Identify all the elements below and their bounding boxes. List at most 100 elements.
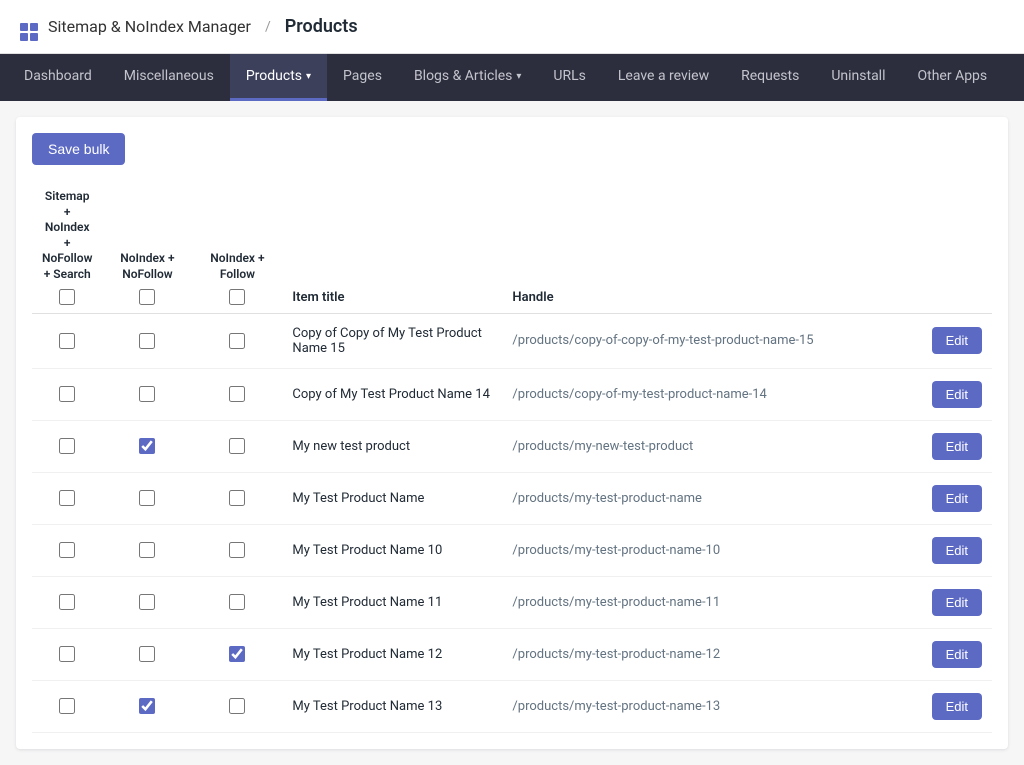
cell-noindex-follow-6: [192, 628, 282, 680]
edit-button-5[interactable]: Edit: [932, 589, 982, 616]
app-header: Sitemap & NoIndex Manager / Products: [0, 0, 1024, 54]
check-sitemap-6[interactable]: [59, 646, 75, 662]
check-noindex-follow-5[interactable]: [229, 594, 245, 610]
cell-noindex-nofollow-7: [102, 680, 192, 732]
cell-sitemap-5: [32, 576, 102, 628]
cell-action-7: Edit: [912, 680, 992, 732]
check-noindex-follow-4[interactable]: [229, 542, 245, 558]
cell-item-title-5: My Test Product Name 11: [282, 576, 502, 628]
select-all-noindex-follow[interactable]: [229, 289, 245, 305]
edit-button-2[interactable]: Edit: [932, 433, 982, 460]
cell-sitemap-4: [32, 524, 102, 576]
cell-action-6: Edit: [912, 628, 992, 680]
check-noindex-follow-7[interactable]: [229, 698, 245, 714]
cell-noindex-nofollow-3: [102, 472, 192, 524]
cell-item-title-1: Copy of My Test Product Name 14: [282, 368, 502, 420]
table-row: My Test Product Name 11 /products/my-tes…: [32, 576, 992, 628]
nav-item-urls[interactable]: URLs: [537, 54, 601, 101]
nav-item-miscellaneous[interactable]: Miscellaneous: [108, 54, 230, 101]
cell-item-title-4: My Test Product Name 10: [282, 524, 502, 576]
check-noindex-nofollow-2[interactable]: [139, 438, 155, 454]
cell-action-5: Edit: [912, 576, 992, 628]
nav-item-requests[interactable]: Requests: [725, 54, 815, 101]
cell-noindex-follow-7: [192, 680, 282, 732]
nav-item-products[interactable]: Products ▾: [230, 54, 327, 101]
nav-item-blogs-articles[interactable]: Blogs & Articles ▾: [398, 54, 537, 101]
cell-noindex-follow-1: [192, 368, 282, 420]
cell-noindex-follow-4: [192, 524, 282, 576]
table-row: Copy of My Test Product Name 14 /product…: [32, 368, 992, 420]
edit-button-0[interactable]: Edit: [932, 327, 982, 354]
cell-noindex-nofollow-4: [102, 524, 192, 576]
table-row: My new test product /products/my-new-tes…: [32, 420, 992, 472]
table-row: My Test Product Name 13 /products/my-tes…: [32, 680, 992, 732]
check-noindex-nofollow-7[interactable]: [139, 698, 155, 714]
cell-action-1: Edit: [912, 368, 992, 420]
cell-noindex-nofollow-2: [102, 420, 192, 472]
check-noindex-follow-1[interactable]: [229, 386, 245, 402]
cell-handle-6: /products/my-test-product-name-12: [502, 628, 912, 680]
cell-sitemap-6: [32, 628, 102, 680]
cell-noindex-nofollow-6: [102, 628, 192, 680]
table-row: My Test Product Name 10 /products/my-tes…: [32, 524, 992, 576]
cell-sitemap-1: [32, 368, 102, 420]
cell-noindex-follow-2: [192, 420, 282, 472]
cell-sitemap-2: [32, 420, 102, 472]
check-noindex-nofollow-1[interactable]: [139, 386, 155, 402]
check-noindex-nofollow-6[interactable]: [139, 646, 155, 662]
cell-handle-0: /products/copy-of-copy-of-my-test-produc…: [502, 313, 912, 368]
cell-noindex-nofollow-0: [102, 313, 192, 368]
nav-item-uninstall[interactable]: Uninstall: [815, 54, 901, 101]
table-row: My Test Product Name 12 /products/my-tes…: [32, 628, 992, 680]
check-noindex-nofollow-0[interactable]: [139, 333, 155, 349]
check-sitemap-2[interactable]: [59, 438, 75, 454]
col-handle-header: Handle: [502, 181, 912, 313]
nav-item-other-apps[interactable]: Other Apps: [902, 54, 1004, 101]
check-noindex-follow-0[interactable]: [229, 333, 245, 349]
edit-button-6[interactable]: Edit: [932, 641, 982, 668]
header-separator: /: [265, 19, 271, 35]
save-bulk-button[interactable]: Save bulk: [32, 133, 125, 165]
edit-button-1[interactable]: Edit: [932, 381, 982, 408]
products-table: Sitemap + NoIndex + NoFollow + Search No…: [32, 181, 992, 733]
cell-handle-3: /products/my-test-product-name: [502, 472, 912, 524]
blogs-dropdown-arrow: ▾: [516, 71, 521, 82]
col-action-header: [912, 181, 992, 313]
nav-label-blogs: Blogs & Articles: [414, 68, 512, 84]
cell-handle-1: /products/copy-of-my-test-product-name-1…: [502, 368, 912, 420]
cell-noindex-follow-3: [192, 472, 282, 524]
edit-button-3[interactable]: Edit: [932, 485, 982, 512]
table-row: Copy of Copy of My Test Product Name 15 …: [32, 313, 992, 368]
cell-item-title-7: My Test Product Name 13: [282, 680, 502, 732]
nav-item-dashboard[interactable]: Dashboard: [8, 54, 108, 101]
check-sitemap-0[interactable]: [59, 333, 75, 349]
nav-item-leave-review[interactable]: Leave a review: [602, 54, 725, 101]
cell-sitemap-7: [32, 680, 102, 732]
edit-button-4[interactable]: Edit: [932, 537, 982, 564]
check-sitemap-4[interactable]: [59, 542, 75, 558]
check-noindex-nofollow-4[interactable]: [139, 542, 155, 558]
cell-item-title-0: Copy of Copy of My Test Product Name 15: [282, 313, 502, 368]
check-noindex-nofollow-5[interactable]: [139, 594, 155, 610]
check-sitemap-5[interactable]: [59, 594, 75, 610]
check-sitemap-1[interactable]: [59, 386, 75, 402]
check-noindex-follow-3[interactable]: [229, 490, 245, 506]
check-noindex-nofollow-3[interactable]: [139, 490, 155, 506]
edit-button-7[interactable]: Edit: [932, 693, 982, 720]
nav-bar: Dashboard Miscellaneous Products ▾ Pages…: [0, 54, 1024, 101]
cell-handle-2: /products/my-new-test-product: [502, 420, 912, 472]
cell-sitemap-0: [32, 313, 102, 368]
cell-item-title-6: My Test Product Name 12: [282, 628, 502, 680]
cell-action-0: Edit: [912, 313, 992, 368]
cell-action-4: Edit: [912, 524, 992, 576]
cell-noindex-nofollow-5: [102, 576, 192, 628]
cell-item-title-3: My Test Product Name: [282, 472, 502, 524]
check-noindex-follow-6[interactable]: [229, 646, 245, 662]
page-title: Products: [285, 16, 358, 37]
check-noindex-follow-2[interactable]: [229, 438, 245, 454]
select-all-noindex-nofollow[interactable]: [139, 289, 155, 305]
nav-item-pages[interactable]: Pages: [327, 54, 398, 101]
select-all-sitemap[interactable]: [59, 289, 75, 305]
check-sitemap-3[interactable]: [59, 490, 75, 506]
check-sitemap-7[interactable]: [59, 698, 75, 714]
